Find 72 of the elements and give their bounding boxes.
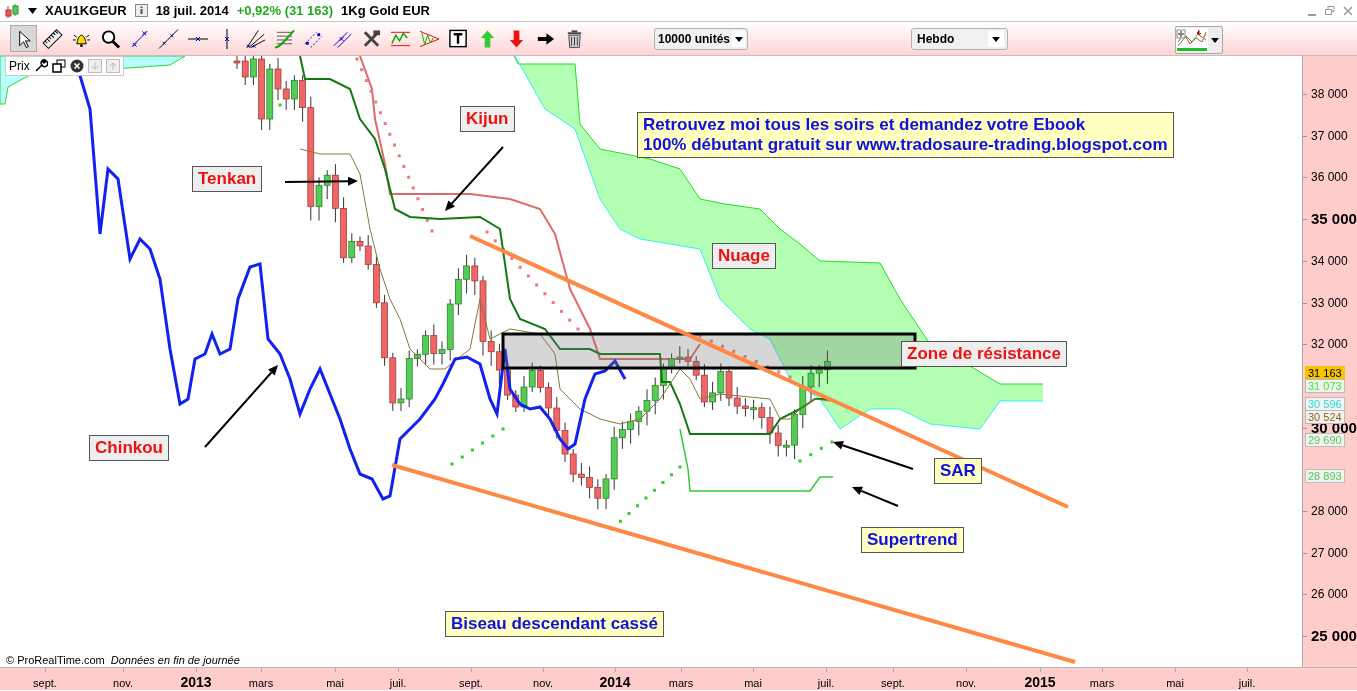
annotation-label: Nuage: [712, 243, 776, 269]
axis-label: juil.: [817, 677, 835, 690]
axis-label: 38 000: [1311, 87, 1348, 101]
annotation-label: Chinkou: [89, 435, 169, 461]
axis-label: 36 000: [1311, 170, 1348, 185]
arrow: [852, 486, 899, 507]
axis-label: 2013: [180, 674, 212, 690]
units-dropdown[interactable]: 10000 unités: [654, 28, 748, 50]
axis-label: mai: [326, 677, 344, 690]
axis-label: sept.: [33, 677, 57, 690]
panel-label: Prix: [9, 59, 30, 73]
note-label: Biseau descendant cassé: [445, 611, 664, 637]
axis-label: mars: [1089, 677, 1115, 690]
note-label: SAR: [934, 458, 982, 484]
axis-label: 26 000: [1311, 587, 1348, 602]
caret-icon[interactable]: [28, 7, 37, 14]
axis-label: 37 000: [1311, 128, 1348, 143]
restore-icon[interactable]: [1325, 5, 1335, 16]
price-tag: 29 690: [1305, 433, 1345, 447]
note-label: Retrouvez moi tous les soirs et demandez votre Ebook 100% débutant gratuit sur www.tradosaure-trading.blogspot.com: [637, 112, 1174, 158]
annotation-label: Kijun: [460, 106, 515, 132]
axis-label: 35 000: [1311, 211, 1357, 228]
axis-label: 27 000: [1311, 545, 1348, 560]
caret-icon: [734, 36, 743, 42]
vertical-line-icon: [223, 28, 230, 49]
axis-label: nov.: [533, 677, 553, 690]
price-tag: 31 073: [1305, 379, 1345, 393]
candlestick-icon[interactable]: [4, 2, 20, 19]
annotation-label: Zone de résistance: [901, 341, 1067, 367]
info-icon[interactable]: [134, 4, 148, 17]
axis-label: 32 000: [1311, 337, 1348, 352]
axis-label: 33 000: [1311, 295, 1348, 310]
caret-icon: [992, 36, 1000, 42]
symbol-name: XAU1KGEUR: [45, 3, 127, 18]
text-tool-icon: [448, 27, 469, 50]
line-icon: [158, 27, 179, 50]
data-note: Données en fin de journée: [110, 654, 240, 666]
axis-label: 28 000: [1311, 504, 1348, 518]
note-label: Supertrend: [861, 527, 964, 553]
price-tag: 30 524: [1305, 410, 1345, 424]
axis-label: nov.: [113, 677, 133, 690]
axis-label: juil.: [389, 677, 407, 690]
indicator-chart-icon[interactable]: [1176, 28, 1208, 52]
axis-label: mars: [248, 677, 274, 690]
instrument-name: 1Kg Gold EUR: [341, 3, 430, 18]
price-tag: 28 893: [1305, 469, 1345, 483]
windows-icon[interactable]: [51, 59, 66, 73]
close-icon[interactable]: [69, 59, 84, 73]
axis-label: 25 000: [1311, 628, 1357, 645]
axis-label: sept.: [459, 677, 483, 690]
search-icon: [100, 27, 121, 50]
annotation-label: Tenkan: [192, 166, 263, 192]
axis-label: mai: [1166, 677, 1184, 690]
fibonacci-icon: [274, 27, 295, 50]
axis-label: 2015: [1024, 674, 1056, 690]
arrow: [445, 146, 504, 211]
price-change: +0,92% (31 163): [236, 3, 334, 18]
axis-label: nov.: [956, 677, 976, 690]
copyright-text: © ProRealTime.com: [6, 654, 105, 666]
axis-label: 34 000: [1311, 253, 1348, 268]
price-tag: 30 596: [1305, 397, 1345, 411]
axis-label: juil.: [1238, 677, 1256, 690]
period-dropdown[interactable]: Hebdo: [911, 28, 1008, 50]
axis-label: mai: [744, 677, 762, 690]
axis-label: mars: [668, 677, 694, 690]
axis-label: sept.: [881, 677, 905, 690]
wrench-icon[interactable]: [33, 59, 48, 73]
quote-date: 18 juil. 2014: [155, 3, 229, 18]
price-tag: 31 163: [1305, 366, 1345, 380]
horizontal-line-icon: [187, 35, 208, 42]
axis-label: 2014: [599, 674, 631, 690]
pointer-tool[interactable]: [10, 25, 37, 52]
